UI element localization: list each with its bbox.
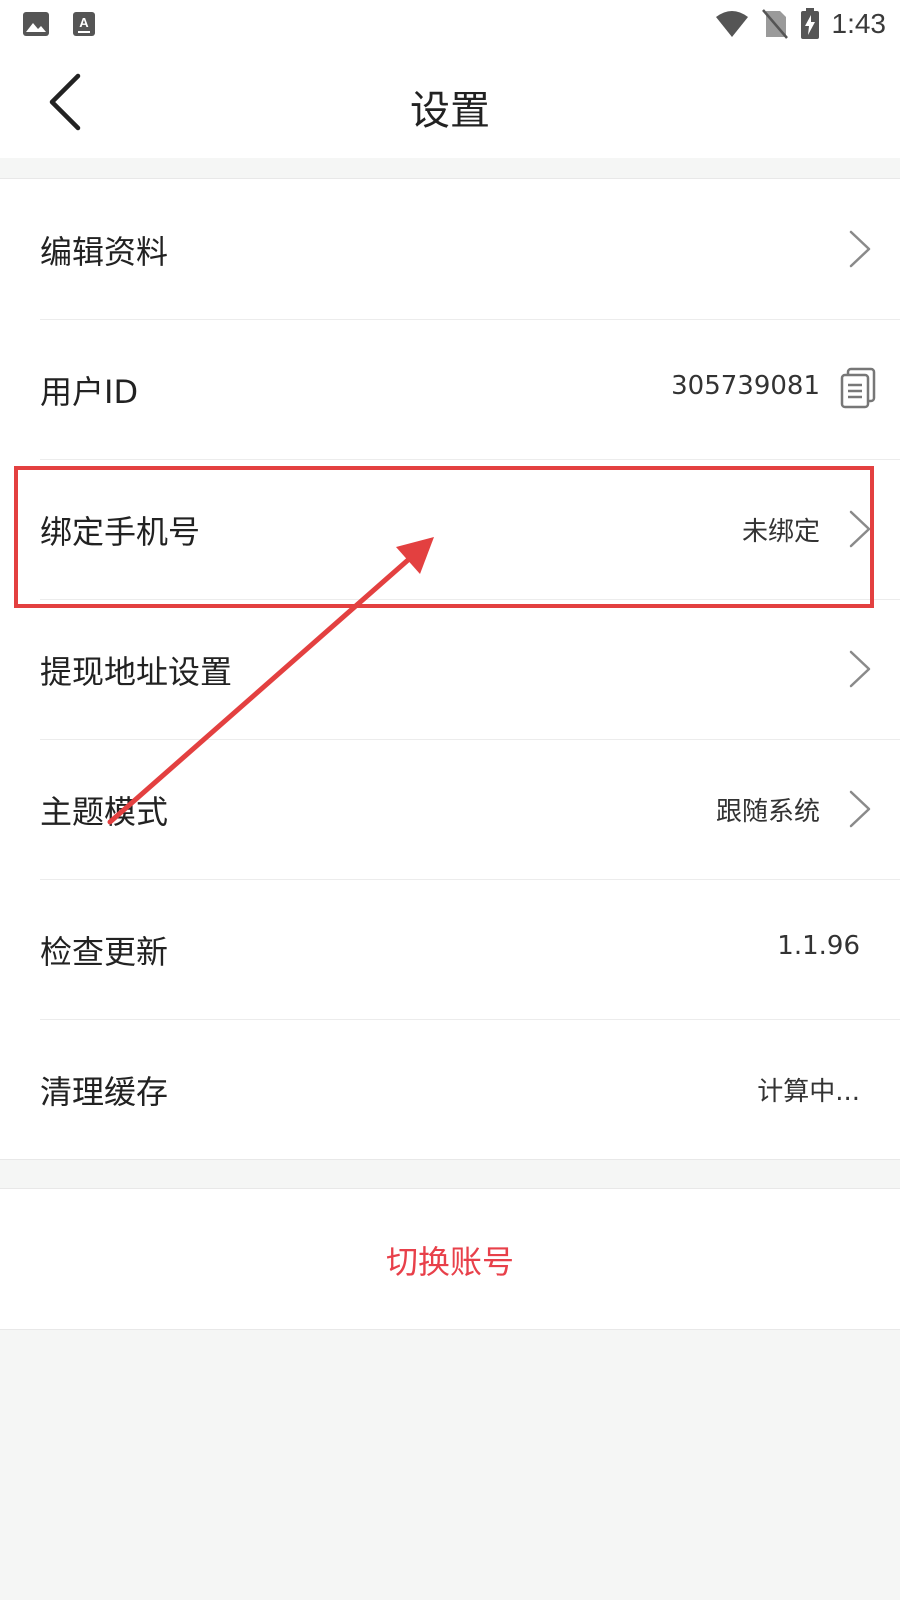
svg-text:A: A (79, 15, 89, 30)
row-label: 绑定手机号 (40, 513, 201, 551)
row-label: 主题模式 (40, 793, 169, 831)
battery-charging-icon (800, 8, 819, 39)
chevron-right-icon (849, 650, 871, 688)
no-sim-icon (761, 9, 788, 39)
wifi-icon (715, 11, 748, 37)
theme-mode-value: 跟随系统 (715, 797, 820, 827)
settings-row-edit-profile[interactable]: 编辑资料 (0, 179, 900, 319)
nav-bar: 设置 (0, 50, 900, 158)
settings-row-user-id: 用户ID 305739081 (0, 319, 900, 459)
user-id-value: 305739081 (671, 371, 820, 401)
app-version-value: 1.1.96 (777, 931, 860, 961)
chevron-right-icon (849, 790, 871, 828)
row-label: 用户ID (40, 373, 139, 411)
copy-icon[interactable] (840, 367, 876, 409)
chevron-right-icon (849, 510, 871, 548)
settings-row-theme-mode[interactable]: 主题模式 跟随系统 (0, 739, 900, 879)
bind-phone-status: 未绑定 (741, 517, 820, 547)
status-time: 1:43 (831, 8, 887, 39)
status-bar: A 1:43 (0, 0, 900, 50)
image-icon (23, 12, 49, 36)
settings-row-bind-phone[interactable]: 绑定手机号 未绑定 (0, 459, 900, 599)
keyboard-a-icon: A (73, 12, 95, 36)
settings-row-clear-cache[interactable]: 清理缓存 计算中... (0, 1019, 900, 1159)
switch-account-label: 切换账号 (385, 1243, 514, 1281)
status-right-icons: 1:43 (714, 8, 887, 40)
settings-list: 编辑资料 用户ID 305739081 绑定手机号 未绑定 提现地址设置 主题模… (0, 178, 900, 1160)
status-left-icons: A (22, 11, 96, 37)
settings-row-check-update[interactable]: 检查更新 1.1.96 (0, 879, 900, 1019)
row-label: 编辑资料 (40, 233, 169, 271)
cache-size-value: 计算中... (757, 1077, 860, 1107)
switch-account-button[interactable]: 切换账号 (0, 1188, 900, 1330)
page-title: 设置 (410, 88, 490, 134)
row-label: 检查更新 (40, 933, 169, 971)
row-label: 提现地址设置 (40, 653, 233, 691)
settings-row-withdraw-address[interactable]: 提现地址设置 (0, 599, 900, 739)
chevron-right-icon (849, 230, 871, 268)
row-label: 清理缓存 (40, 1073, 169, 1111)
